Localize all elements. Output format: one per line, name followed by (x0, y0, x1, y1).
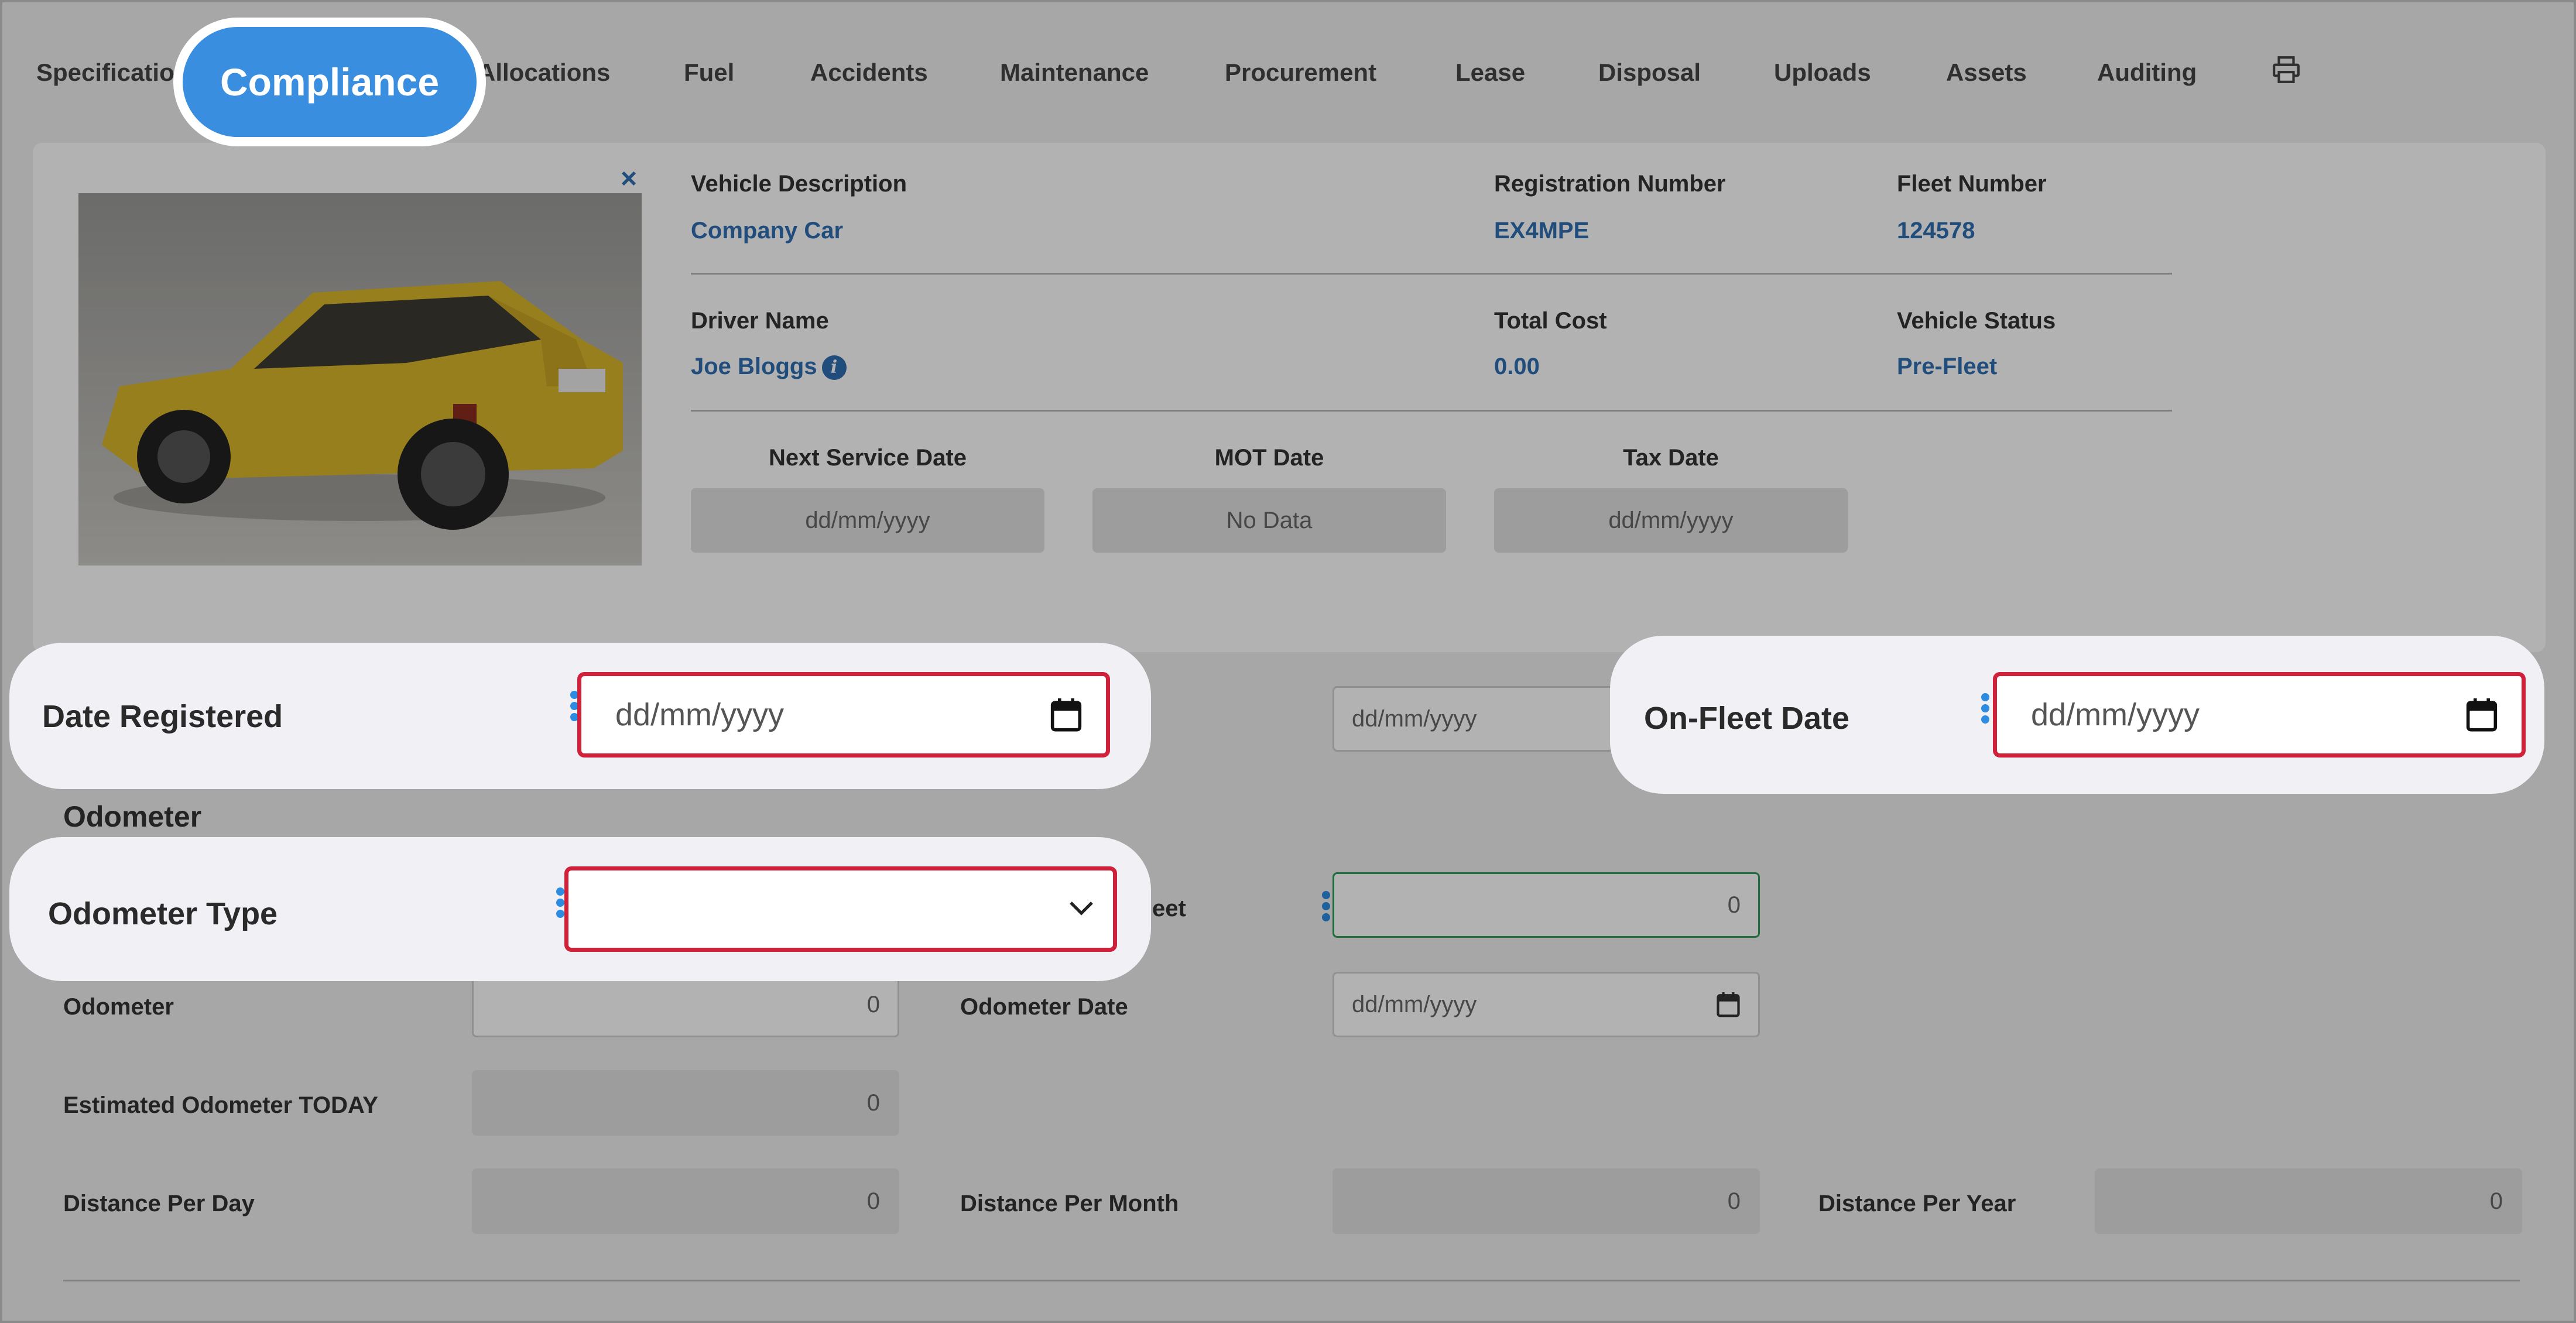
tab-compliance-highlight[interactable]: Compliance (173, 18, 486, 146)
estimated-odometer-field: 0 (472, 1070, 899, 1136)
odometer-input[interactable]: 0 (472, 972, 899, 1037)
print-icon[interactable] (2272, 55, 2301, 84)
calendar-icon[interactable] (1050, 696, 1083, 734)
calendar-icon[interactable] (2465, 696, 2498, 734)
odometer-fleet-input[interactable]: 0 (1332, 872, 1760, 938)
total-cost-label: Total Cost (1494, 308, 1607, 334)
tab-fuel[interactable]: Fuel (684, 59, 734, 87)
driver-name-value[interactable]: Joe Bloggs (691, 354, 817, 379)
distance-per-year-label: Distance Per Year (1818, 1191, 2016, 1216)
close-photo-icon[interactable]: × (621, 163, 637, 195)
odometer-type-callout: Odometer Type (9, 837, 1151, 981)
odometer-date-placeholder: dd/mm/yyyy (1352, 992, 1477, 1017)
driver-name-link[interactable]: Joe Bloggs i (691, 354, 847, 381)
tab-maintenance[interactable]: Maintenance (1000, 59, 1149, 87)
field-menu-icon[interactable] (556, 887, 564, 921)
partial-label: eet (1152, 896, 1186, 921)
distance-per-year-field: 0 (2095, 1168, 2522, 1234)
tax-date-label: Tax Date (1623, 445, 1719, 471)
tab-uploads[interactable]: Uploads (1774, 59, 1871, 87)
vehicle-status-label: Vehicle Status (1897, 308, 2056, 334)
date-registered-placeholder: dd/mm/yyyy (615, 697, 785, 732)
tab-lease[interactable]: Lease (1455, 59, 1525, 87)
registration-number-label: Registration Number (1494, 171, 1726, 197)
calendar-icon[interactable] (1716, 991, 1741, 1018)
middle-date-input[interactable]: dd/mm/yyyy (1332, 686, 1614, 752)
vehicle-status-value: Pre-Fleet (1897, 354, 1998, 379)
registration-number-value: EX4MPE (1494, 218, 1590, 244)
date-registered-input[interactable]: dd/mm/yyyy (577, 672, 1110, 758)
distance-per-day-field: 0 (472, 1168, 899, 1234)
divider (691, 410, 2172, 412)
tab-allocations[interactable]: Allocations (478, 59, 610, 87)
onfleet-date-input[interactable]: dd/mm/yyyy (1993, 672, 2526, 758)
odometer-label: Odometer (63, 994, 174, 1020)
date-registered-label: Date Registered (42, 699, 283, 734)
next-service-date-label: Next Service Date (769, 445, 967, 471)
tab-assets[interactable]: Assets (1946, 59, 2027, 87)
distance-per-month-field: 0 (1332, 1168, 1760, 1234)
fleet-number-value: 124578 (1897, 218, 1975, 244)
odometer-type-label: Odometer Type (48, 896, 278, 931)
tab-accidents[interactable]: Accidents (810, 59, 928, 87)
fleet-number-label: Fleet Number (1897, 171, 2047, 197)
field-menu-icon[interactable] (1322, 891, 1330, 924)
distance-per-month-label: Distance Per Month (960, 1191, 1179, 1216)
divider (691, 273, 2172, 275)
date-registered-callout: Date Registered dd/mm/yyyy (9, 643, 1151, 789)
next-service-date-field: dd/mm/yyyy (691, 488, 1044, 553)
divider (63, 1280, 2520, 1281)
field-menu-icon[interactable] (1981, 693, 1989, 726)
driver-name-label: Driver Name (691, 308, 829, 334)
tab-procurement[interactable]: Procurement (1225, 59, 1376, 87)
info-icon[interactable]: i (821, 355, 847, 381)
mot-date-field: No Data (1092, 488, 1446, 553)
vehicle-description-value: Company Car (691, 218, 844, 244)
vehicle-description-label: Vehicle Description (691, 171, 907, 197)
odometer-date-label: Odometer Date (960, 994, 1128, 1020)
onfleet-date-callout: On-Fleet Date dd/mm/yyyy (1610, 636, 2544, 794)
tab-auditing[interactable]: Auditing (2097, 59, 2197, 87)
tab-disposal[interactable]: Disposal (1598, 59, 1701, 87)
odometer-type-select[interactable] (564, 866, 1117, 952)
total-cost-value: 0.00 (1494, 354, 1540, 379)
mot-date-label: MOT Date (1214, 445, 1324, 471)
vehicle-photo (78, 193, 642, 565)
odometer-date-input[interactable]: dd/mm/yyyy (1332, 972, 1760, 1037)
tab-compliance[interactable]: Compliance (183, 27, 477, 137)
onfleet-date-placeholder: dd/mm/yyyy (2031, 697, 2200, 732)
distance-per-day-label: Distance Per Day (63, 1191, 255, 1216)
onfleet-date-label: On-Fleet Date (1644, 701, 1850, 736)
odometer-section-title: Odometer (63, 800, 202, 833)
estimated-odometer-label: Estimated Odometer TODAY (63, 1092, 378, 1118)
tax-date-field: dd/mm/yyyy (1494, 488, 1848, 553)
chevron-down-icon (1070, 902, 1093, 916)
